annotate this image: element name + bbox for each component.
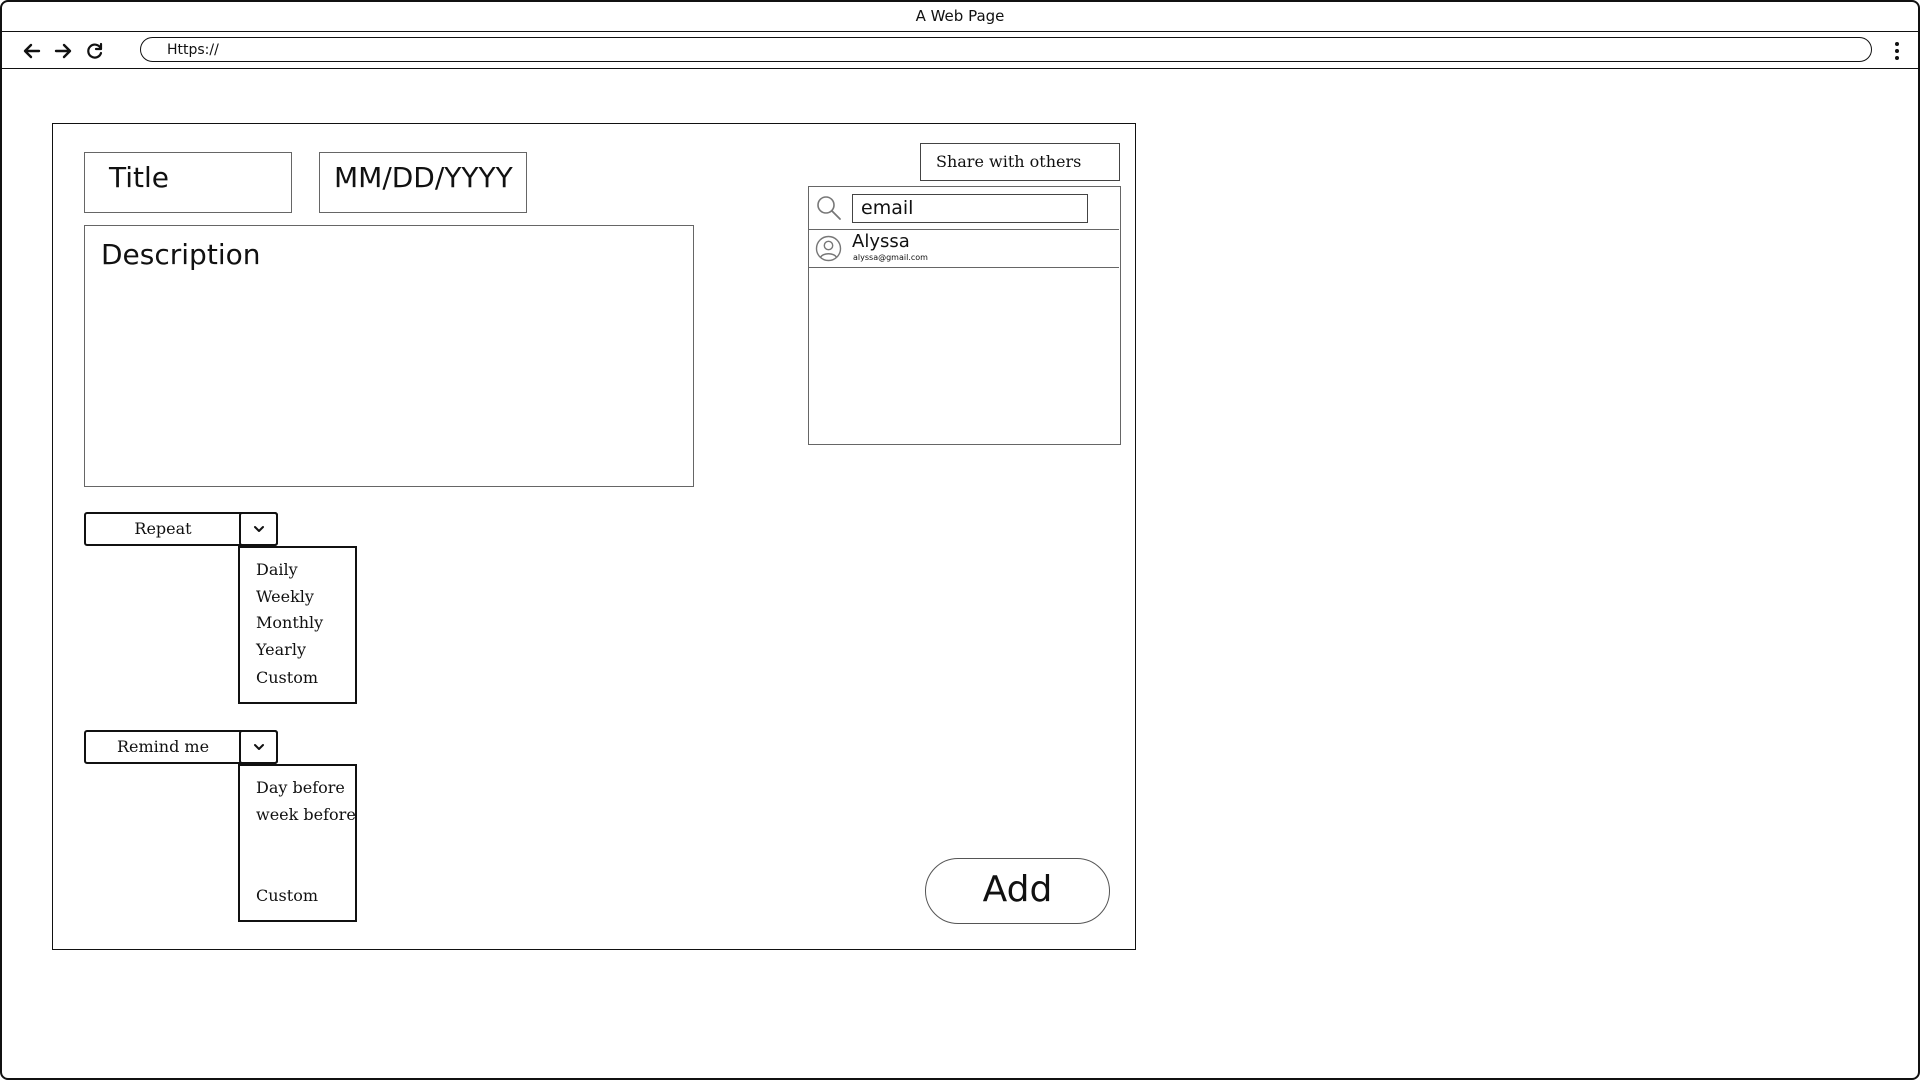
- chevron-down-icon[interactable]: [239, 730, 278, 764]
- repeat-option-yearly[interactable]: Yearly: [256, 640, 306, 659]
- add-button[interactable]: Add: [925, 858, 1110, 924]
- title-input[interactable]: Title: [84, 152, 292, 213]
- repeat-label: Repeat: [134, 519, 192, 538]
- date-input[interactable]: MM/DD/YYYY: [319, 152, 527, 213]
- user-name: Alyssa: [852, 231, 910, 252]
- share-panel: email Alyssa alyssa@gmail.com: [808, 186, 1121, 445]
- browser-toolbar: Https://: [2, 33, 1918, 69]
- remind-options: Day before week before Custom: [238, 764, 357, 922]
- remind-option-week-before[interactable]: week before: [256, 805, 356, 824]
- repeat-option-monthly[interactable]: Monthly: [256, 613, 323, 632]
- share-search-row: email: [809, 187, 1119, 230]
- search-icon: [815, 194, 843, 222]
- repeat-options: Daily Weekly Monthly Yearly Custom: [238, 546, 357, 704]
- user-email: alyssa@gmail.com: [853, 253, 928, 262]
- chevron-down-icon[interactable]: [239, 512, 278, 546]
- arrow-right-icon[interactable]: [52, 40, 74, 62]
- reload-icon[interactable]: [84, 40, 106, 62]
- arrow-left-icon[interactable]: [21, 40, 43, 62]
- repeat-dropdown[interactable]: Repeat: [84, 512, 278, 546]
- remind-label: Remind me: [116, 737, 210, 756]
- browser-window: A Web Page Https:// Title MM/DD/YYYY Des…: [0, 0, 1920, 1080]
- remind-option-custom[interactable]: Custom: [256, 886, 318, 905]
- kebab-menu-icon[interactable]: [1890, 39, 1904, 63]
- avatar-icon: [815, 235, 842, 262]
- share-with-others-button[interactable]: Share with others: [920, 143, 1120, 181]
- share-user-row[interactable]: Alyssa alyssa@gmail.com: [809, 230, 1119, 268]
- address-bar[interactable]: Https://: [140, 37, 1872, 62]
- repeat-option-custom[interactable]: Custom: [256, 668, 318, 687]
- window-title: A Web Page: [2, 2, 1918, 32]
- repeat-option-daily[interactable]: Daily: [256, 560, 298, 579]
- repeat-option-weekly[interactable]: Weekly: [256, 587, 314, 606]
- remind-dropdown[interactable]: Remind me: [84, 730, 278, 764]
- remind-option-day-before[interactable]: Day before: [256, 778, 345, 797]
- email-search-input[interactable]: email: [852, 194, 1088, 223]
- event-form: Title MM/DD/YYYY Description Repeat Dail…: [52, 123, 1136, 950]
- description-input[interactable]: Description: [84, 225, 694, 487]
